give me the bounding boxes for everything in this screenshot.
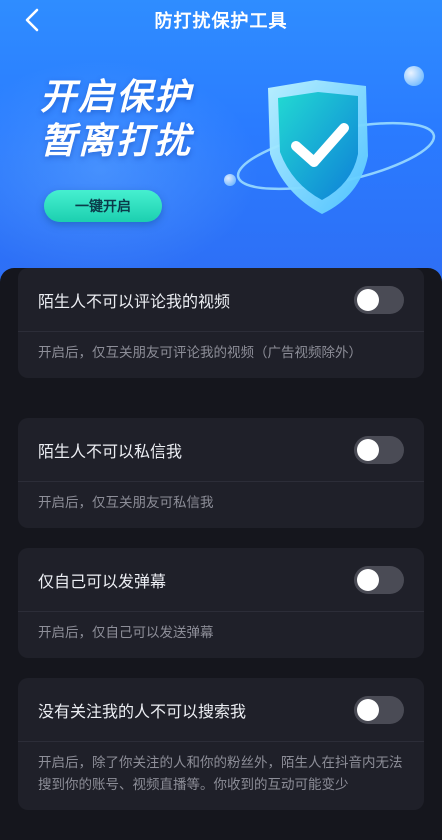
- setting-description: 开启后，仅自己可以发送弹幕: [38, 625, 214, 641]
- danmaku-toggle[interactable]: [354, 565, 404, 594]
- comment-toggle[interactable]: [354, 285, 404, 314]
- shield-check-icon: [224, 66, 436, 214]
- top-bar: 防打扰保护工具: [0, 0, 442, 40]
- page-title: 防打扰保护工具: [154, 11, 288, 32]
- toggle-knob: [357, 698, 379, 721]
- setting-row: 陌生人不可以评论我的视频: [18, 268, 424, 332]
- message-toggle[interactable]: [354, 435, 404, 464]
- one-tap-enable-button[interactable]: 一键开启: [44, 190, 162, 222]
- setting-title: 陌生人不可以评论我的视频: [38, 291, 231, 311]
- setting-description: 开启后，仅互关朋友可评论我的视频（广告视频除外）: [38, 345, 362, 361]
- hero-banner: 防打扰保护工具 开启保护 暂离打扰 一键开启: [0, 0, 442, 290]
- hero-slogan: 开启保护 暂离打扰: [40, 76, 192, 164]
- search-toggle[interactable]: [354, 695, 404, 724]
- setting-title: 仅自己可以发弹幕: [38, 571, 167, 591]
- setting-row: 仅自己可以发弹幕: [18, 548, 424, 612]
- toggle-knob: [357, 568, 379, 591]
- setting-title: 没有关注我的人不可以搜索我: [38, 701, 247, 721]
- setting-card-message: 陌生人不可以私信我 开启后，仅互关朋友可私信我: [18, 418, 424, 528]
- toggle-knob: [357, 288, 379, 311]
- setting-card-danmaku: 仅自己可以发弹幕 开启后，仅自己可以发送弹幕: [18, 548, 424, 658]
- settings-panel: 陌生人不可以评论我的视频 开启后，仅互关朋友可评论我的视频（广告视频除外） 陌生…: [0, 268, 442, 840]
- slogan-line-2: 暂离打扰: [40, 121, 193, 162]
- setting-row: 没有关注我的人不可以搜索我: [18, 678, 424, 742]
- setting-description: 开启后，仅互关朋友可私信我: [38, 495, 214, 511]
- setting-card-search: 没有关注我的人不可以搜索我 开启后，除了你关注的人和你的粉丝外，陌生人在抖音内无…: [18, 678, 424, 810]
- slogan-line-1: 开启保护: [40, 77, 193, 118]
- setting-title: 陌生人不可以私信我: [38, 441, 183, 461]
- chevron-left-icon: [25, 8, 39, 32]
- setting-row: 陌生人不可以私信我: [18, 418, 424, 482]
- setting-description: 开启后，除了你关注的人和你的粉丝外，陌生人在抖音内无法搜到你的账号、视频直播等。…: [38, 755, 403, 793]
- toggle-knob: [357, 438, 379, 461]
- setting-card-comment: 陌生人不可以评论我的视频 开启后，仅互关朋友可评论我的视频（广告视频除外）: [18, 268, 424, 378]
- back-button[interactable]: [18, 6, 46, 34]
